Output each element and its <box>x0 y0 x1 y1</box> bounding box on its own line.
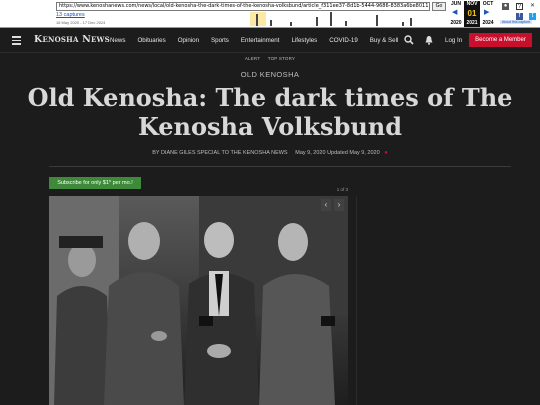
section-label[interactable]: OLD KENOSHA <box>0 70 540 79</box>
wayback-year-prev[interactable]: 2020 <box>448 20 464 26</box>
twitter-icon[interactable]: t <box>529 13 536 20</box>
nav-item-lifestyles[interactable]: Lifestyles <box>291 37 317 44</box>
wayback-captures-link[interactable]: 13 captures <box>56 12 85 18</box>
nav-item-buy-sell[interactable]: Buy & Sell <box>370 37 399 44</box>
byline: BY DIANE GILES SPECIAL TO THE KENOSHA NE… <box>0 150 540 156</box>
user-icon[interactable]: ● <box>502 3 509 10</box>
prev-arrow-icon[interactable]: ◀ <box>452 8 457 16</box>
gallery-counter: 1 of 3 <box>336 187 348 192</box>
next-arrow-icon[interactable]: ▶ <box>484 8 489 16</box>
wayback-go-button[interactable]: Go <box>432 2 446 11</box>
wayback-calendar: JUN NOV OCT 01 ◀ ▶ 2020 2021 2024 <box>448 1 496 27</box>
nav-item-news[interactable]: News <box>110 37 125 44</box>
bell-icon[interactable] <box>424 35 434 45</box>
nav-item-covid[interactable]: COVID-19 <box>329 37 358 44</box>
tag-top-story[interactable]: TOP STORY <box>268 56 295 61</box>
nav-item-opinion[interactable]: Opinion <box>178 37 199 44</box>
nav-item-obituaries[interactable]: Obituaries <box>137 37 165 44</box>
main-nav: News Obituaries Opinion Sports Entertain… <box>110 37 410 44</box>
article-tags: ALERT TOP STORY <box>0 56 540 61</box>
gallery-next-button[interactable]: › <box>334 199 344 211</box>
article-headline: Old Kenosha: The dark times of The Kenos… <box>27 83 513 141</box>
wayback-about-link[interactable]: About this capture <box>500 20 533 24</box>
become-member-button[interactable]: Become a Member <box>469 33 532 47</box>
divider <box>49 166 511 167</box>
publish-date: May 9, 2020 <box>295 150 326 156</box>
hamburger-menu-icon[interactable] <box>12 36 21 45</box>
wayback-url-input[interactable]: https://www.kenoshanews.com/news/local/o… <box>56 2 430 11</box>
close-icon[interactable]: ✕ <box>529 3 536 10</box>
wayback-year-next[interactable]: 2024 <box>480 20 496 26</box>
subscribe-button[interactable]: Subscribe for only $1* per mo.! <box>49 177 141 189</box>
wayback-sparkline[interactable] <box>140 12 440 26</box>
article-photo[interactable]: ‹ › <box>49 196 348 405</box>
nav-item-sports[interactable]: Sports <box>211 37 229 44</box>
site-logo[interactable]: Kenosha News <box>34 34 110 45</box>
wayback-day: 01 <box>464 9 480 18</box>
wayback-month-prev[interactable]: JUN <box>448 1 464 7</box>
comment-icon[interactable]: ● <box>384 150 388 156</box>
tag-alert[interactable]: ALERT <box>245 56 260 61</box>
site-header: Kenosha News News Obituaries Opinion Spo… <box>0 28 540 53</box>
photo-image <box>49 196 348 405</box>
gallery-prev-button[interactable]: ‹ <box>321 199 331 211</box>
byline-author: BY DIANE GILES SPECIAL TO THE KENOSHA NE… <box>152 150 288 156</box>
help-icon[interactable]: ? <box>516 3 523 10</box>
wayback-date-range: 16 May 2020 - 17 Dec 2024 <box>56 20 106 25</box>
login-link[interactable]: Log In <box>445 37 462 44</box>
updated-date: Updated May 9, 2020 <box>327 150 380 156</box>
wayback-toolbar: https://www.kenoshanews.com/news/local/o… <box>0 0 540 28</box>
wayback-year-current: 2021 <box>466 20 478 26</box>
search-icon[interactable] <box>404 35 414 45</box>
wayback-month-next[interactable]: OCT <box>480 1 496 7</box>
facebook-icon[interactable]: f <box>516 13 523 20</box>
sidebar-divider <box>356 196 357 405</box>
nav-item-entertainment[interactable]: Entertainment <box>241 37 280 44</box>
